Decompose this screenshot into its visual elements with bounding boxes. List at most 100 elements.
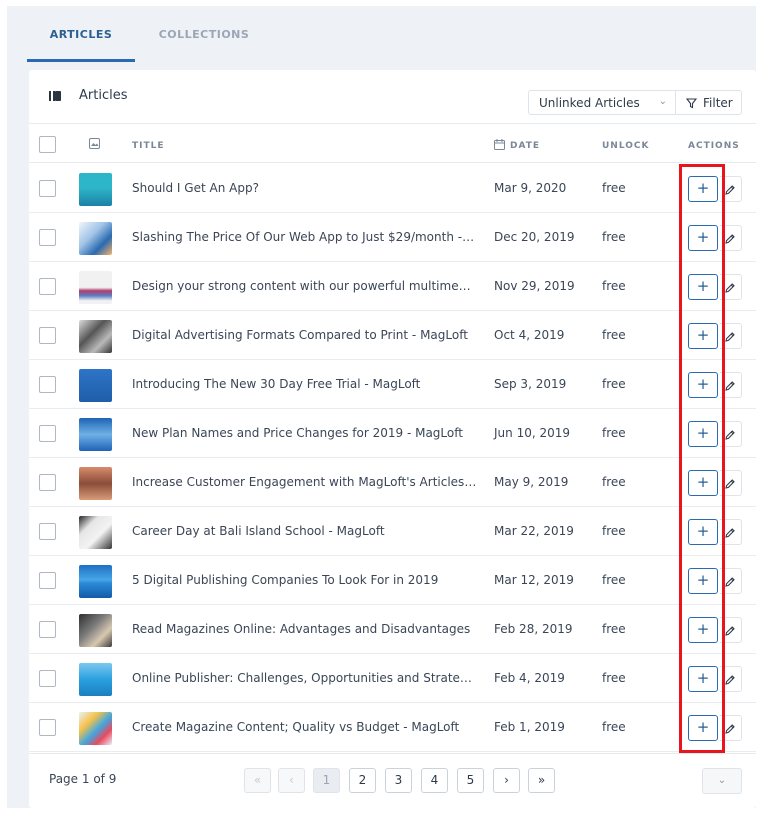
- row-checkbox[interactable]: [39, 425, 56, 442]
- row-checkbox[interactable]: [39, 523, 56, 540]
- article-title[interactable]: Slashing The Price Of Our Web App to Jus…: [132, 230, 477, 244]
- article-title[interactable]: Increase Customer Engagement with MagLof…: [132, 475, 477, 489]
- page-info: Page 1 of 9: [49, 772, 117, 786]
- card-title: Articles: [79, 88, 128, 103]
- tab-collections[interactable]: COLLECTIONS: [135, 6, 273, 62]
- article-title[interactable]: Read Magazines Online: Advantages and Di…: [132, 622, 477, 636]
- article-date: Mar 9, 2020: [494, 181, 567, 195]
- table-row[interactable]: Slashing The Price Of Our Web App to Jus…: [29, 213, 756, 262]
- table-row[interactable]: Read Magazines Online: Advantages and Di…: [29, 605, 756, 654]
- add-button[interactable]: +: [688, 323, 718, 349]
- article-title[interactable]: New Plan Names and Price Changes for 201…: [132, 426, 477, 440]
- add-button[interactable]: +: [688, 666, 718, 692]
- add-button[interactable]: +: [688, 421, 718, 447]
- table-row[interactable]: New Plan Names and Price Changes for 201…: [29, 409, 756, 458]
- page-button-1[interactable]: 1: [313, 768, 340, 793]
- article-title[interactable]: Online Publisher: Challenges, Opportunit…: [132, 671, 477, 685]
- article-title[interactable]: Introducing The New 30 Day Free Trial - …: [132, 377, 477, 391]
- article-unlock: free: [602, 279, 626, 293]
- article-thumbnail: [79, 369, 112, 402]
- columns-icon: [49, 91, 61, 101]
- pencil-icon: [725, 283, 735, 293]
- table-row[interactable]: Design your strong content with our powe…: [29, 262, 756, 311]
- edit-button[interactable]: [720, 519, 742, 545]
- prev-page-button[interactable]: ‹: [278, 768, 305, 793]
- page-button-3[interactable]: 3: [385, 768, 412, 793]
- article-filter-select[interactable]: Unlinked Articles ⌄: [528, 90, 676, 115]
- add-button[interactable]: +: [688, 519, 718, 545]
- image-icon: [89, 138, 100, 149]
- article-unlock: free: [602, 475, 626, 489]
- article-thumbnail: [79, 467, 112, 500]
- add-button[interactable]: +: [688, 715, 718, 741]
- first-page-button[interactable]: «: [244, 768, 271, 793]
- row-checkbox[interactable]: [39, 572, 56, 589]
- edit-button[interactable]: [720, 323, 742, 349]
- column-title[interactable]: TITLE: [132, 141, 165, 151]
- filter-button[interactable]: Filter: [675, 90, 742, 115]
- table-row[interactable]: Digital Advertising Formats Compared to …: [29, 311, 756, 360]
- row-checkbox[interactable]: [39, 278, 56, 295]
- add-button[interactable]: +: [688, 372, 718, 398]
- table-row[interactable]: 5 Digital Publishing Companies To Look F…: [29, 556, 756, 605]
- article-title[interactable]: 5 Digital Publishing Companies To Look F…: [132, 573, 477, 587]
- row-checkbox[interactable]: [39, 719, 56, 736]
- add-button[interactable]: +: [688, 470, 718, 496]
- add-button[interactable]: +: [688, 176, 718, 202]
- edit-button[interactable]: [720, 225, 742, 251]
- pencil-icon: [725, 675, 735, 685]
- article-date: Feb 4, 2019: [494, 671, 565, 685]
- select-all-checkbox[interactable]: [39, 136, 56, 153]
- edit-button[interactable]: [720, 421, 742, 447]
- table-row[interactable]: Introducing The New 30 Day Free Trial - …: [29, 360, 756, 409]
- calendar-icon: [494, 139, 505, 150]
- article-thumbnail: [79, 614, 112, 647]
- add-button[interactable]: +: [688, 274, 718, 300]
- page-button-4[interactable]: 4: [421, 768, 448, 793]
- edit-button[interactable]: [720, 617, 742, 643]
- page-button-5[interactable]: 5: [457, 768, 484, 793]
- row-checkbox[interactable]: [39, 229, 56, 246]
- article-title[interactable]: Design your strong content with our powe…: [132, 279, 477, 293]
- row-checkbox[interactable]: [39, 180, 56, 197]
- article-thumbnail: [79, 320, 112, 353]
- page-button-2[interactable]: 2: [349, 768, 376, 793]
- edit-button[interactable]: [720, 715, 742, 741]
- article-title[interactable]: Career Day at Bali Island School - MagLo…: [132, 524, 477, 538]
- article-date: Oct 4, 2019: [494, 328, 565, 342]
- add-button[interactable]: +: [688, 617, 718, 643]
- tab-articles[interactable]: ARTICLES: [27, 6, 135, 62]
- edit-button[interactable]: [720, 372, 742, 398]
- column-date[interactable]: DATE: [510, 141, 540, 151]
- pencil-icon: [725, 381, 735, 391]
- table-row[interactable]: Online Publisher: Challenges, Opportunit…: [29, 654, 756, 703]
- next-page-button[interactable]: ›: [493, 768, 520, 793]
- add-button[interactable]: +: [688, 225, 718, 251]
- column-actions: ACTIONS: [688, 141, 740, 151]
- edit-button[interactable]: [720, 666, 742, 692]
- per-page-select[interactable]: ⌄: [702, 768, 742, 794]
- table-row[interactable]: Increase Customer Engagement with MagLof…: [29, 458, 756, 507]
- article-title[interactable]: Should I Get An App?: [132, 181, 477, 195]
- row-checkbox[interactable]: [39, 621, 56, 638]
- edit-button[interactable]: [720, 470, 742, 496]
- last-page-button[interactable]: »: [528, 768, 555, 793]
- add-button[interactable]: +: [688, 568, 718, 594]
- table-row[interactable]: Create Magazine Content; Quality vs Budg…: [29, 703, 756, 752]
- pencil-icon: [725, 185, 735, 195]
- row-checkbox[interactable]: [39, 376, 56, 393]
- pencil-icon: [725, 577, 735, 587]
- row-checkbox[interactable]: [39, 670, 56, 687]
- article-title[interactable]: Create Magazine Content; Quality vs Budg…: [132, 720, 477, 734]
- row-checkbox[interactable]: [39, 327, 56, 344]
- edit-button[interactable]: [720, 568, 742, 594]
- column-unlock[interactable]: UNLOCK: [602, 141, 649, 151]
- table-row[interactable]: Career Day at Bali Island School - MagLo…: [29, 507, 756, 556]
- edit-button[interactable]: [720, 176, 742, 202]
- row-checkbox[interactable]: [39, 474, 56, 491]
- edit-button[interactable]: [720, 274, 742, 300]
- article-title[interactable]: Digital Advertising Formats Compared to …: [132, 328, 477, 342]
- article-unlock: free: [602, 426, 626, 440]
- pencil-icon: [725, 430, 735, 440]
- table-row[interactable]: Should I Get An App? Mar 9, 2020 free +: [29, 164, 756, 213]
